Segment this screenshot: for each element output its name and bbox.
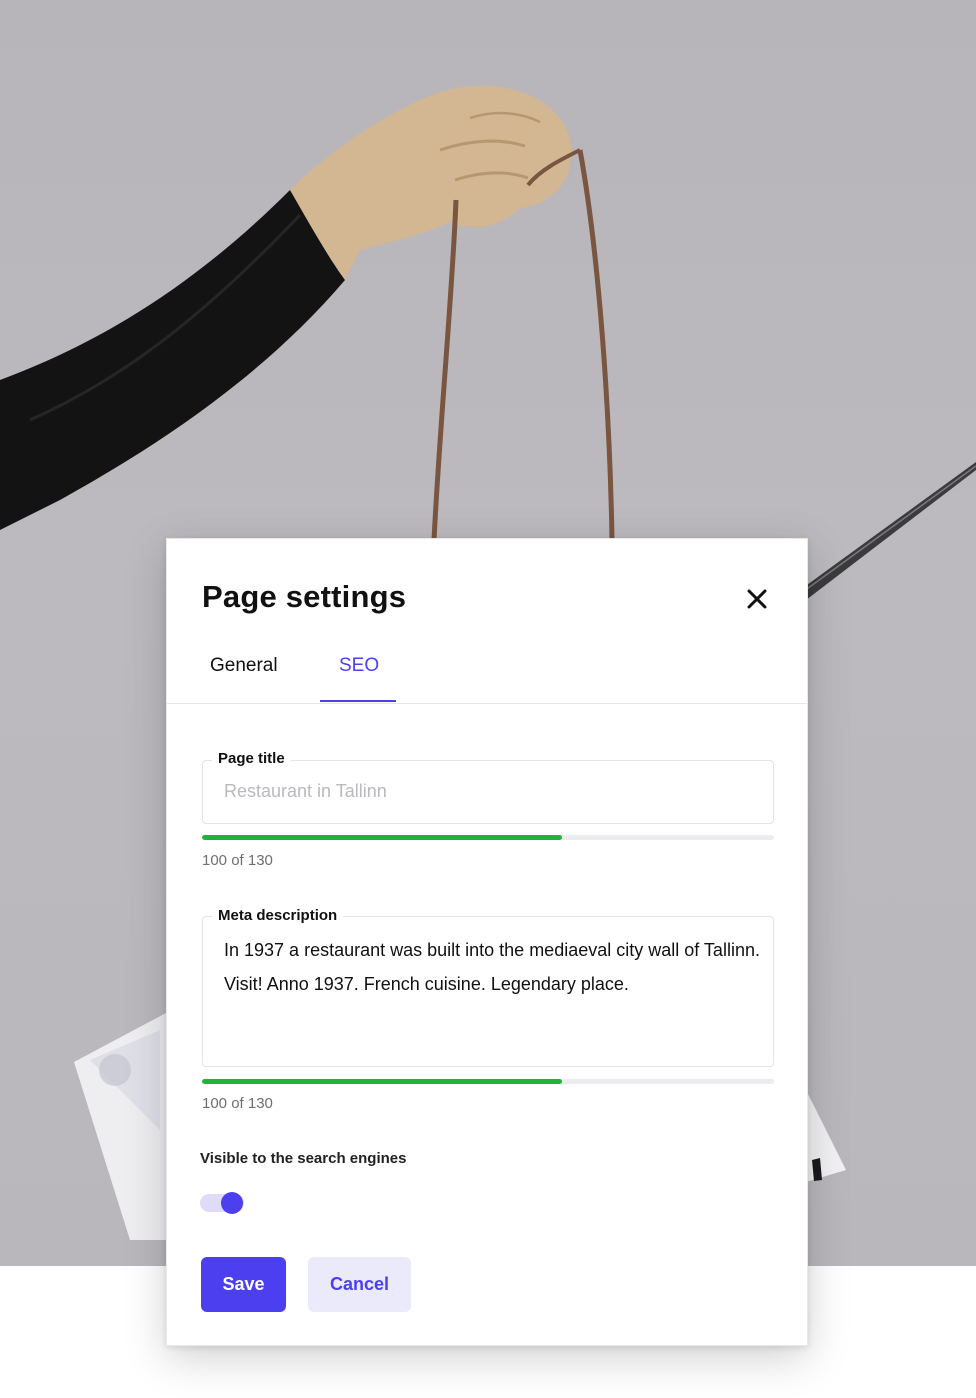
close-icon	[747, 589, 767, 609]
page-title-progress	[202, 835, 774, 840]
tab-bar: General SEO	[167, 643, 807, 704]
meta-description-text: In 1937 a restaurant was built into the …	[224, 940, 760, 994]
meta-description-textarea[interactable]: In 1937 a restaurant was built into the …	[202, 916, 774, 1067]
meta-description-progress-fill	[202, 1079, 563, 1084]
toggle-knob	[221, 1192, 243, 1214]
page-title-label: Page title	[212, 750, 291, 767]
active-tab-indicator	[320, 700, 396, 702]
cancel-button[interactable]: Cancel	[308, 1257, 411, 1312]
meta-description-progress	[202, 1079, 774, 1084]
meta-description-counter: 100 of 130	[202, 1095, 273, 1112]
page-settings-modal: Page settings General SEO Restaurant in …	[166, 538, 808, 1346]
meta-description-label: Meta description	[212, 907, 344, 924]
tab-general[interactable]: General	[210, 655, 278, 677]
page-title-progress-fill	[202, 835, 563, 840]
visibility-toggle[interactable]	[200, 1192, 244, 1214]
close-button[interactable]	[745, 587, 769, 611]
page-title-counter: 100 of 130	[202, 852, 273, 869]
visibility-label: Visible to the search engines	[200, 1150, 407, 1167]
tab-seo[interactable]: SEO	[339, 655, 379, 677]
page-title-placeholder: Restaurant in Tallinn	[224, 781, 387, 801]
modal-title: Page settings	[202, 579, 407, 614]
save-button[interactable]: Save	[201, 1257, 286, 1312]
page-title-input[interactable]: Restaurant in Tallinn	[202, 760, 774, 824]
